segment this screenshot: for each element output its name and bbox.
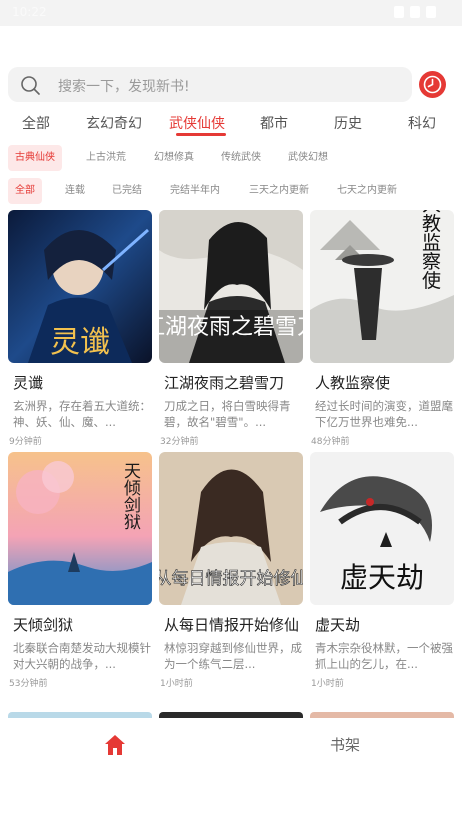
book-desc: 林惊羽穿越到修仙世界，成为一个练气二层... [164,641,302,671]
chip-traditional-wuxia[interactable]: 传统武侠 [214,145,268,171]
book-title: 天倾剑狱 [13,616,74,634]
book-title: 从每日情报开始修仙 [164,616,300,634]
status-time: 10:22 [12,5,47,19]
book-title: 灵谶 [13,374,44,392]
cover-title: 江湖夜雨之碧雪刀 [159,315,303,340]
cover-title: 人教监察使 [419,210,441,290]
filter-completed-half-year[interactable]: 完结半年内 [163,178,227,204]
update-time: 1小时前 [311,679,344,689]
book-cover: 虚天劫 [310,452,454,605]
signal-icon [410,6,420,18]
filter-ongoing[interactable]: 连载 [58,178,92,204]
home-icon[interactable] [104,734,126,756]
update-time: 53分钟前 [9,679,48,689]
history-button[interactable] [419,71,446,98]
book-title: 江湖夜雨之碧雪刀 [164,374,285,392]
filter-updated-3-days[interactable]: 三天之内更新 [242,178,316,204]
filter-completed[interactable]: 已完结 [105,178,149,204]
update-time: 32分钟前 [160,437,199,447]
tab-lishi[interactable]: 历史 [334,113,362,133]
book-desc: 北秦联合南楚发动大规模针对大兴朝的战争，... [13,641,151,671]
chip-wuxia-fantasy[interactable]: 武侠幻想 [281,145,335,171]
status-bar: 10:22 [0,0,462,26]
update-time: 48分钟前 [311,437,350,447]
update-time: 1小时前 [160,679,193,689]
chip-classic-xianxia[interactable]: 古典仙侠 [8,145,62,171]
book-title: 人教监察使 [315,374,391,392]
book-card[interactable]: 天倾剑狱 天倾剑狱 北秦联合南楚发动大规模针对大兴朝的战争，... 53分钟前 [8,452,152,689]
tab-xuanhuan[interactable]: 玄幻奇幻 [86,113,142,133]
book-cover: 人教监察使 [310,210,454,363]
subcategory-chips: 古典仙侠 上古洪荒 幻想修真 传统武侠 武侠幻想 [0,145,462,173]
book-title: 虚天劫 [315,616,361,634]
status-icons [394,6,436,18]
battery-icon [426,6,436,18]
book-desc: 经过长时间的演变，道盟麾下亿万世界也难免... [315,399,453,429]
category-tabs: 全部 玄幻奇幻 武侠仙侠 都市 历史 科幻 [0,110,462,140]
filter-updated-7-days[interactable]: 七天之内更新 [330,178,404,204]
tab-kehuan[interactable]: 科幻 [408,113,436,133]
filter-chips: 全部 连载 已完结 完结半年内 三天之内更新 七天之内更新 [0,178,462,206]
cover-title: 天倾剑狱 [120,462,141,530]
wifi-icon [394,6,404,18]
book-card[interactable]: 灵谶 灵谶 玄洲界，存在着五大道统：神、妖、仙、魔、... 9分钟前 [8,210,152,447]
book-card[interactable]: 江湖夜雨之碧雪刀 江湖夜雨之碧雪刀 刀成之日，将白雪映得青碧，故名"碧雪"。..… [159,210,303,447]
book-card[interactable]: 虚天劫 虚天劫 青木宗杂役林默，一个被强抓上山的乞儿，在... 1小时前 [310,452,454,689]
search-bar[interactable]: 搜索一下，发现新书! [8,67,412,102]
cover-title: 灵谶 [50,325,110,360]
active-tab-indicator [176,133,226,136]
tab-dushi[interactable]: 都市 [260,113,288,133]
book-card[interactable]: 人教监察使 人教监察使 经过长时间的演变，道盟麾下亿万世界也难免... 48分钟… [310,210,454,447]
cover-title: 虚天劫 [340,561,424,594]
tab-all[interactable]: 全部 [22,113,50,133]
tab-wuxia[interactable]: 武侠仙侠 [169,113,225,133]
book-desc: 青木宗杂役林默，一个被强抓上山的乞儿，在... [315,641,453,671]
cover-title: 从每日情报开始修仙 [159,569,303,589]
clock-icon [423,75,442,94]
filter-all[interactable]: 全部 [8,178,42,204]
chip-honghuang[interactable]: 上古洪荒 [79,145,133,171]
book-card[interactable]: 从每日情报开始修仙 从每日情报开始修仙 林惊羽穿越到修仙世界，成为一个练气二层.… [159,452,303,689]
book-cover: 灵谶 [8,210,152,363]
book-cover: 江湖夜雨之碧雪刀 [159,210,303,363]
book-cover: 天倾剑狱 [8,452,152,605]
book-desc: 刀成之日，将白雪映得青碧，故名"碧雪"。... [164,399,291,429]
bottom-nav: 书架 [0,718,462,821]
search-icon [21,76,40,95]
chip-xiuzhen[interactable]: 幻想修真 [147,145,201,171]
bookshelf-tab[interactable]: 书架 [330,734,360,755]
update-time: 9分钟前 [9,437,42,447]
book-cover: 从每日情报开始修仙 [159,452,303,605]
book-desc: 玄洲界，存在着五大道统：神、妖、仙、魔、... [13,399,151,429]
search-placeholder: 搜索一下，发现新书! [58,79,190,95]
